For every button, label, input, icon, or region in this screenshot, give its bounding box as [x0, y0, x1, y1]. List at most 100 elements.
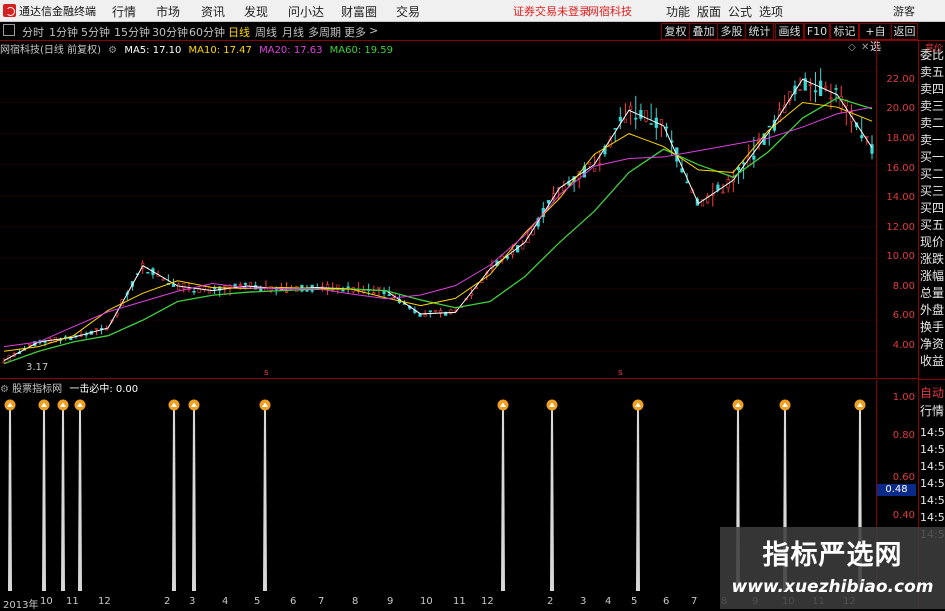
candle-body — [295, 286, 299, 292]
signal-bar — [78, 409, 82, 591]
statistics-button[interactable]: 统计 — [745, 23, 774, 40]
period-tab-1min[interactable]: 1分钟 — [49, 24, 78, 40]
candle-body — [192, 290, 196, 293]
quote-field-label: 买一 — [920, 150, 945, 164]
candle-body — [146, 271, 150, 274]
period-tab-intraday[interactable]: 分时 — [22, 24, 44, 40]
price-tick: 14.00 — [886, 192, 915, 203]
app-title: 通达信金融终端 — [19, 5, 96, 18]
quote-field-label: 卖三 — [920, 99, 945, 113]
period-tab-multi[interactable]: 多周期 — [308, 24, 341, 40]
menu-item-trade[interactable]: 交易 — [396, 3, 420, 20]
watermark-overlay: 指标严选网 www.xuezhibiao.com — [720, 527, 945, 609]
window-icon[interactable] — [3, 24, 15, 36]
watermark-title: 指标严选网 — [762, 540, 903, 571]
candle-body — [860, 135, 864, 139]
menu-item-ask-xiaoda[interactable]: 问小达 — [288, 3, 324, 20]
candle-body — [238, 284, 242, 287]
period-tab-60min[interactable]: 60分钟 — [189, 24, 225, 40]
auto-label[interactable]: 自动 — [920, 385, 945, 401]
pane-divider[interactable] — [0, 378, 918, 379]
adjust-button[interactable]: 复权 — [661, 23, 690, 40]
indicator-tick: 1.00 — [892, 392, 915, 403]
menu-item-wealth-circle[interactable]: 财富圈 — [341, 3, 377, 20]
menu-item-formula[interactable]: 公式 — [728, 3, 752, 20]
date-tick: 7 — [691, 596, 698, 607]
date-tick: 4 — [222, 596, 229, 607]
candle-body — [223, 285, 227, 288]
menu-item-market[interactable]: 市场 — [156, 3, 180, 20]
f10-button[interactable]: F10 — [804, 23, 830, 40]
period-tab-monthly[interactable]: 月线 — [282, 24, 304, 40]
overlay-button[interactable]: 叠加 — [689, 23, 718, 40]
menu-item-layout[interactable]: 版面 — [697, 3, 721, 20]
candle-body — [94, 328, 99, 330]
candle-body — [438, 310, 443, 313]
current-value-badge: 0.48 — [877, 484, 916, 496]
candle-body — [798, 89, 802, 91]
add-watchlist-button[interactable]: +自选 — [859, 23, 892, 53]
back-button[interactable]: 返回 — [891, 23, 918, 40]
date-tick: 2 — [547, 596, 554, 607]
candle-body — [336, 284, 340, 289]
menu-item-news[interactable]: 资讯 — [201, 3, 225, 20]
event-marker-icon[interactable]: s — [264, 368, 269, 378]
signal-bar — [192, 409, 196, 591]
series-line-ma60 — [3, 97, 873, 365]
date-tick: 7 — [318, 596, 325, 607]
quotes-label[interactable]: 行情 — [920, 403, 945, 419]
quote-field-label: 涨跌 — [920, 252, 945, 266]
menu-item-options[interactable]: 选项 — [759, 3, 783, 20]
quote-field-label: 买五 — [920, 218, 945, 232]
quote-field-label: 涨幅 — [920, 269, 945, 283]
price-tick: 4.00 — [892, 340, 915, 351]
quote-field-label: 委比 — [920, 48, 945, 62]
low-price-label: 3.17 — [26, 362, 48, 373]
candle-body — [613, 128, 617, 130]
period-tab-15min[interactable]: 15分钟 — [114, 24, 150, 40]
candle-body — [387, 294, 391, 296]
date-tick: 12 — [481, 596, 494, 607]
candle-body — [377, 286, 381, 289]
multi-stock-button[interactable]: 多股 — [717, 23, 746, 40]
period-tab-30min[interactable]: 30分钟 — [152, 24, 188, 40]
date-tick: 12 — [98, 596, 111, 607]
watermark-url: www.xuezhibiao.com — [731, 577, 934, 597]
candle-body — [423, 314, 427, 317]
date-tick: 8 — [352, 596, 359, 607]
candle-body — [659, 119, 664, 125]
indicator-value: 一击必中: 0.00 — [69, 384, 139, 395]
draw-line-button[interactable]: 画线 — [775, 23, 804, 40]
close-icon[interactable]: ✕ — [861, 42, 869, 53]
quote-field-label: 卖二 — [920, 116, 945, 130]
candle-body — [433, 309, 438, 312]
indicator-settings-icon[interactable]: ⚙ — [0, 384, 9, 395]
quote-field-label: 卖四 — [920, 82, 945, 96]
period-tab-daily[interactable]: 日线 — [228, 24, 250, 40]
candle-body — [618, 116, 622, 122]
diamond-icon[interactable]: ◇ — [848, 42, 856, 53]
signal-bar — [636, 409, 640, 591]
date-tick: 10 — [40, 596, 53, 607]
high-price-label: ←23.32 — [798, 55, 835, 58]
event-marker-icon[interactable]: s — [618, 368, 623, 378]
quote-field-label: 买四 — [920, 201, 945, 215]
quote-field-label: 换手 — [920, 320, 945, 334]
price-chart[interactable]: ←23.32 3.17 — [0, 55, 876, 377]
menu-item-functions[interactable]: 功能 — [666, 3, 690, 20]
candle-body — [202, 286, 206, 290]
period-tab-more[interactable]: 更多 — [344, 24, 366, 40]
candle-body — [741, 162, 746, 165]
candle-body — [824, 86, 828, 89]
mark-button[interactable]: 标记 — [830, 23, 859, 40]
period-tab-5min[interactable]: 5分钟 — [81, 24, 110, 40]
candle-body — [428, 310, 432, 313]
more-chevron-icon[interactable]: > — [369, 24, 378, 37]
candle-body — [813, 90, 818, 93]
user-label[interactable]: 游客 — [893, 3, 915, 19]
series-line-ma5 — [3, 78, 873, 362]
menu-item-market-quotes[interactable]: 行情 — [112, 3, 136, 20]
menu-item-discover[interactable]: 发现 — [244, 3, 268, 20]
period-tab-weekly[interactable]: 周线 — [255, 24, 277, 40]
login-status[interactable]: 证券交易未登录 — [513, 3, 590, 19]
